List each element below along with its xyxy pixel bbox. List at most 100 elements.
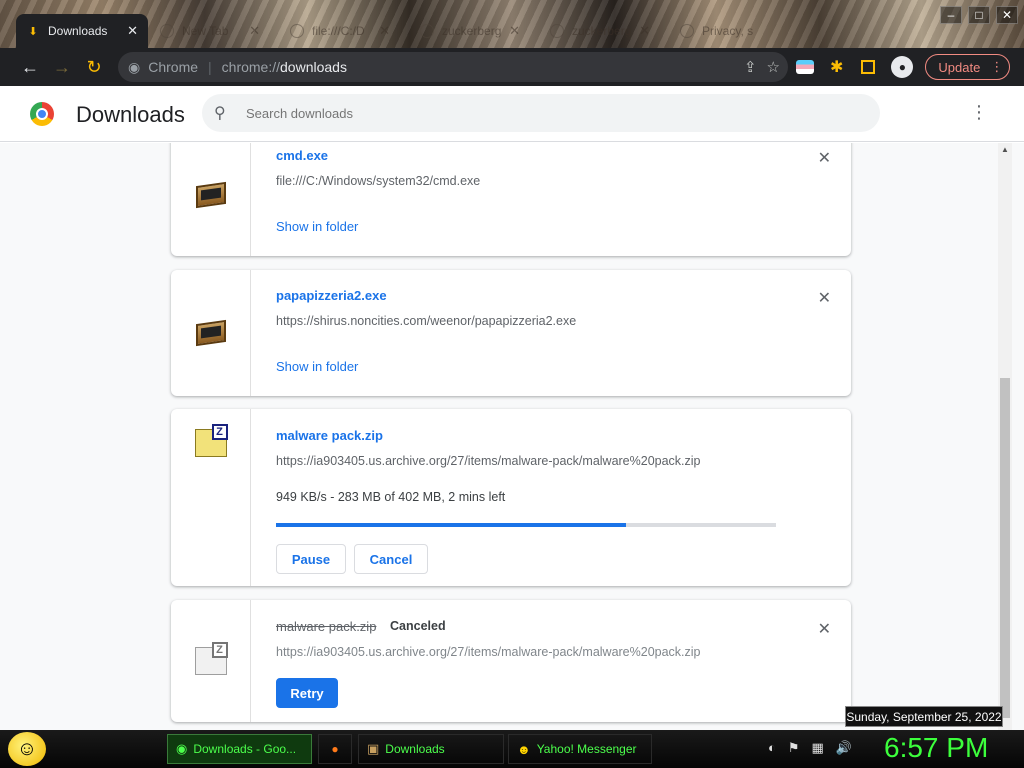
profile-avatar-icon[interactable]: ● — [891, 56, 914, 78]
tab-label: zuckerberg — [572, 24, 632, 38]
tab-zuckerberg-1[interactable]: zuckerberg ✕ — [410, 14, 530, 48]
tab-new-tab[interactable]: New Tab ✕ — [150, 14, 270, 48]
chrome-icon — [160, 24, 174, 38]
clock[interactable]: 6:57 PM — [884, 732, 988, 764]
scrollbar[interactable]: ▲ — [998, 143, 1012, 730]
taskbar-item-chrome[interactable]: ◉ Downloads - Goo... — [167, 734, 312, 764]
folder-icon: ▣ — [367, 741, 380, 756]
downloads-header: Downloads ⚲ ⋮ — [0, 86, 1024, 142]
remove-close-icon[interactable]: ✕ — [818, 288, 831, 308]
exe-file-icon — [195, 181, 226, 208]
address-bar[interactable]: ◉ Chrome | chrome://downloads ⇪ ☆ — [118, 52, 788, 82]
tab-strip: ⬇ Downloads ✕ New Tab ✕ file:///C:/D ✕ z… — [0, 0, 1024, 48]
download-item-papapizzeria: papapizzeria2.exe https://shirus.nonciti… — [171, 270, 851, 396]
close-icon[interactable]: ✕ — [249, 23, 260, 39]
flag-extension-icon[interactable] — [796, 60, 814, 74]
downloads-list: cmd.exe file:///C:/Windows/system32/cmd.… — [0, 143, 1024, 730]
show-in-folder-link[interactable]: Show in folder — [276, 219, 358, 234]
start-smiley-icon[interactable]: ☺ — [8, 732, 46, 766]
page-title: Downloads — [76, 102, 185, 127]
toolbar: ← → ↻ ◉ Chrome | chrome://downloads ⇪ ☆ … — [0, 48, 1024, 86]
side-panel-icon[interactable] — [861, 60, 876, 74]
scheme-chip: Chrome — [148, 59, 199, 75]
chrome-icon: ◉ — [128, 58, 141, 75]
date-tooltip: Sunday, September 25, 2022 — [845, 706, 1003, 727]
file-name-link[interactable]: cmd.exe — [276, 148, 328, 163]
scrollbar-thumb[interactable] — [1000, 378, 1010, 718]
share-icon[interactable]: ⇪ — [744, 58, 757, 76]
close-icon[interactable]: ✕ — [639, 23, 650, 39]
close-window-icon[interactable]: ✕ — [996, 6, 1018, 24]
firefox-icon: ● — [331, 742, 339, 756]
tab-label: New Tab — [182, 24, 229, 38]
tab-file[interactable]: file:///C:/D ✕ — [280, 14, 400, 48]
window-controls: – □ ✕ — [940, 6, 1018, 24]
minimize-icon[interactable]: – — [940, 6, 962, 24]
extensions-puzzle-icon[interactable]: ✱ — [830, 57, 843, 77]
back-icon[interactable]: ← — [14, 51, 46, 83]
canceled-label: Canceled — [390, 619, 446, 633]
file-name-link[interactable]: malware pack.zip — [276, 428, 383, 443]
taskbar-item-firefox[interactable]: ● — [318, 734, 352, 764]
file-url: https://shirus.noncities.com/weenor/papa… — [276, 314, 577, 328]
forward-icon[interactable]: → — [46, 51, 78, 83]
update-button[interactable]: Update ⋮ — [925, 54, 1011, 80]
cancel-button[interactable]: Cancel — [354, 544, 428, 574]
taskbar-item-yahoo-messenger[interactable]: ☻ Yahoo! Messenger — [508, 734, 652, 764]
close-icon[interactable]: ✕ — [509, 23, 520, 39]
search-box[interactable]: ⚲ — [202, 94, 880, 132]
remove-close-icon[interactable]: ✕ — [818, 619, 831, 639]
file-name-canceled: malware pack.zip — [276, 619, 377, 634]
url-prefix: chrome:// — [221, 59, 281, 75]
retry-button[interactable]: Retry — [276, 678, 338, 708]
search-input[interactable] — [246, 105, 846, 121]
chrome-icon: ◉ — [176, 741, 188, 756]
tab-privacy[interactable]: Privacy, s — [670, 14, 790, 48]
pause-button[interactable]: Pause — [276, 544, 346, 574]
download-status: 949 KB/s - 283 MB of 402 MB, 2 mins left — [276, 490, 506, 504]
zip-file-icon: Z — [194, 642, 228, 675]
maximize-icon[interactable]: □ — [968, 6, 990, 24]
globe-icon — [550, 24, 564, 38]
smiley-icon: ☻ — [517, 741, 531, 757]
volume-icon[interactable]: 🔊 — [836, 740, 852, 756]
browser-window: ⬇ Downloads ✕ New Tab ✕ file:///C:/D ✕ z… — [0, 0, 1024, 730]
file-icon — [290, 24, 304, 38]
show-in-folder-link[interactable]: Show in folder — [276, 359, 358, 374]
remove-close-icon[interactable]: ✕ — [818, 148, 831, 168]
tab-zuckerberg-2[interactable]: zuckerberg ✕ — [540, 14, 660, 48]
close-icon[interactable]: ✕ — [127, 23, 138, 39]
tab-label: Privacy, s — [702, 24, 754, 38]
network-tray-icon[interactable]: ▦ — [812, 740, 824, 756]
tab-downloads[interactable]: ⬇ Downloads ✕ — [16, 14, 148, 48]
download-item-malware-pack-active: Z malware pack.zip https://ia903405.us.a… — [171, 409, 851, 586]
globe-icon — [680, 24, 694, 38]
bookmark-star-icon[interactable]: ☆ — [767, 58, 780, 76]
system-tray: ◐ ⚑ ▦ 🔊 — [768, 740, 852, 756]
download-item-cmd: cmd.exe file:///C:/Windows/system32/cmd.… — [171, 143, 851, 256]
tab-label: Downloads — [48, 24, 108, 38]
taskbar: ☺ ◉ Downloads - Goo... ● ▣ Downloads ☻ Y… — [0, 730, 1024, 768]
more-options-icon[interactable]: ⋮ — [970, 102, 988, 123]
scroll-up-icon[interactable]: ▲ — [1001, 145, 1009, 154]
messenger-tray-icon[interactable]: ◐ — [768, 740, 776, 756]
globe-icon — [420, 24, 434, 38]
tab-label: zuckerberg — [442, 24, 502, 38]
file-url: https://ia903405.us.archive.org/27/items… — [276, 645, 701, 659]
close-icon[interactable]: ✕ — [379, 23, 390, 39]
progress-fill — [276, 523, 626, 527]
taskbar-item-downloads-folder[interactable]: ▣ Downloads — [358, 734, 504, 764]
tab-label: file:///C:/D — [312, 24, 365, 38]
exe-file-icon — [195, 319, 226, 347]
flag-tray-icon[interactable]: ⚑ — [788, 740, 800, 756]
file-url: https://ia903405.us.archive.org/27/items… — [276, 454, 701, 468]
toolbar-actions: ✱ ● Update ⋮ — [796, 54, 1011, 80]
download-item-malware-pack-canceled: Z malware pack.zip Canceled https://ia90… — [171, 600, 851, 722]
download-progress-bar — [276, 523, 776, 527]
reload-icon[interactable]: ↻ — [78, 51, 110, 83]
file-url: file:///C:/Windows/system32/cmd.exe — [276, 174, 481, 188]
file-name-link[interactable]: papapizzeria2.exe — [276, 288, 387, 303]
url-host: downloads — [280, 59, 347, 75]
download-icon: ⬇ — [28, 25, 38, 38]
kebab-menu-icon: ⋮ — [990, 59, 1004, 74]
